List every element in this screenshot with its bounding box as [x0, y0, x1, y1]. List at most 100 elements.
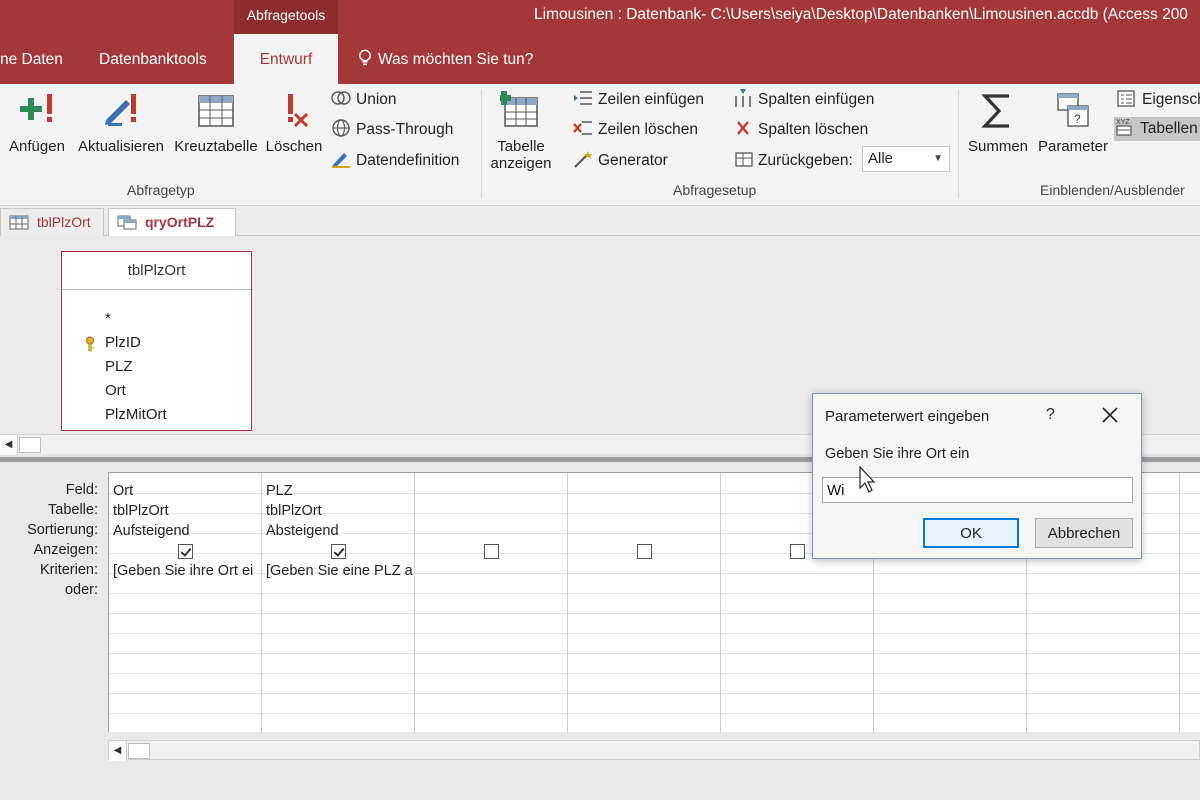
insert-rows-button[interactable]: Zeilen einfügen [572, 88, 704, 112]
field-list-title[interactable]: tblPlzOrt [62, 252, 251, 290]
scrollbar-thumb[interactable] [19, 437, 41, 453]
delete-columns-label: Spalten löschen [758, 121, 869, 138]
insert-columns-icon [735, 89, 751, 107]
text-cursor-icon [859, 466, 876, 493]
row-label-show: Anzeigen: [33, 542, 99, 558]
tab-database-tools[interactable]: Datenbanktools [99, 34, 207, 84]
return-values-icon [735, 152, 753, 167]
grid-cell-field[interactable]: Ort [113, 483, 261, 499]
append-icon [20, 94, 52, 122]
lightbulb-icon [359, 49, 371, 66]
group-label-show-hide: Einblenden/Ausblender [1040, 182, 1185, 198]
ribbon-tabs: ne Daten Datenbanktools Entwurf Was möch… [0, 34, 1200, 84]
return-values-combo[interactable]: Alle ▼ [862, 146, 950, 172]
return-label: Zurückgeben: [758, 152, 853, 169]
scroll-left-arrow-icon[interactable]: ◀ [109, 741, 127, 761]
delete-label: Löschen [265, 138, 323, 155]
document-tabs: tblPlzOrt qryOrtPLZ [0, 206, 1200, 236]
grid-cell-criteria[interactable]: [Geben Sie eine PLZ a [266, 563, 414, 579]
union-icon [331, 91, 351, 105]
row-label-criteria: Kriterien: [39, 562, 98, 578]
ok-button[interactable]: OK [923, 518, 1019, 548]
grid-column-4[interactable] [568, 473, 721, 733]
show-checkbox[interactable] [637, 544, 652, 559]
field-list-item[interactable]: Ort [105, 382, 126, 399]
doc-tab-table-label: tblPlzOrt [37, 214, 91, 230]
tell-me-box[interactable]: Was möchten Sie tun? [358, 34, 533, 84]
field-list-item[interactable]: PlzID [105, 334, 141, 351]
sigma-icon [981, 94, 1009, 128]
insert-columns-button[interactable]: Spalten einfügen [732, 88, 874, 112]
show-checkbox[interactable] [178, 544, 193, 559]
primary-key-icon [86, 336, 94, 352]
delete-rows-button[interactable]: Zeilen löschen [572, 118, 698, 142]
insert-columns-label: Spalten einfügen [758, 91, 875, 108]
crosstab-icon [198, 95, 234, 127]
append-query-button[interactable]: Anfügen [4, 88, 70, 184]
cancel-button[interactable]: Abbrechen [1035, 518, 1133, 548]
update-query-button[interactable]: Aktualisieren [74, 88, 168, 184]
grid-column-3[interactable] [415, 473, 568, 733]
totals-label: Summen [967, 138, 1029, 155]
update-icon [105, 94, 136, 126]
table-names-label: Tabellen [1140, 120, 1198, 137]
show-checkbox[interactable] [790, 544, 805, 559]
delete-query-button[interactable]: Löschen [262, 88, 326, 184]
svg-text:XYZ: XYZ [1116, 119, 1130, 126]
delete-columns-icon [737, 121, 749, 135]
group-label-query-type: Abfragetyp [127, 182, 195, 198]
scroll-left-arrow-icon[interactable]: ◀ [0, 435, 18, 455]
doc-tab-query-label: qryOrtPLZ [145, 214, 215, 230]
crosstab-query-button[interactable]: Kreuztabelle [171, 88, 261, 184]
builder-label: Generator [598, 152, 668, 169]
doc-tab-table[interactable]: tblPlzOrt [0, 208, 104, 236]
delete-rows-icon [573, 121, 592, 135]
table-names-toggle[interactable]: XYZ Tabellen [1114, 117, 1200, 141]
query-icon [117, 215, 137, 230]
context-tab-query-tools[interactable]: Abfragetools [234, 0, 338, 34]
delete-rows-label: Zeilen löschen [598, 121, 698, 138]
pass-through-button[interactable]: Pass-Through [330, 118, 453, 142]
dialog-title: Parameterwert eingeben [825, 408, 990, 425]
group-separator [481, 90, 482, 198]
field-list-tblplzort[interactable]: tblPlzOrt * PlzID PLZ Ort PlzMitOrt [61, 251, 252, 431]
union-label: Union [356, 91, 397, 108]
row-label-sort: Sortierung: [27, 522, 98, 538]
insert-rows-label: Zeilen einfügen [598, 91, 704, 108]
field-list-item[interactable]: PlzMitOrt [105, 406, 167, 423]
grid-cell-criteria[interactable]: [Geben Sie ihre Ort ei [113, 563, 261, 579]
append-label: Anfügen [9, 138, 65, 155]
tab-external-data[interactable]: ne Daten [0, 34, 63, 84]
grid-cell-sort[interactable]: Absteigend [266, 523, 414, 539]
grid-horizontal-scrollbar[interactable]: ◀ [108, 740, 1200, 761]
show-table-label-line2: anzeigen [490, 155, 552, 172]
close-icon[interactable] [1099, 404, 1121, 426]
parameters-button[interactable]: ? Parameter [1036, 88, 1110, 184]
field-list-item[interactable]: * [105, 310, 111, 327]
grid-cell-field[interactable]: PLZ [266, 483, 414, 499]
group-label-query-setup: Abfragesetup [673, 182, 757, 198]
doc-tab-query[interactable]: qryOrtPLZ [108, 208, 236, 236]
data-definition-button[interactable]: Datendefinition [330, 149, 459, 173]
tab-design[interactable]: Entwurf [234, 34, 338, 84]
show-checkbox[interactable] [484, 544, 499, 559]
grid-cell-table[interactable]: tblPlzOrt [113, 503, 261, 519]
parameters-icon: ? [1057, 93, 1089, 127]
delete-columns-button[interactable]: Spalten löschen [732, 118, 868, 142]
union-query-button[interactable]: Union [330, 88, 397, 112]
grid-cell-table[interactable]: tblPlzOrt [266, 503, 414, 519]
table-icon [9, 215, 29, 230]
property-sheet-button[interactable]: Eigensch [1116, 88, 1200, 112]
grid-cell-sort[interactable]: Aufsteigend [113, 523, 261, 539]
show-table-button[interactable]: Tabelle anzeigen [488, 88, 554, 184]
insert-rows-icon [574, 91, 592, 105]
builder-button[interactable]: Generator [572, 149, 668, 173]
field-list-item[interactable]: PLZ [105, 358, 133, 375]
scrollbar-thumb[interactable] [128, 743, 150, 759]
update-label: Aktualisieren [78, 138, 164, 155]
show-checkbox[interactable] [331, 544, 346, 559]
property-sheet-icon [1117, 90, 1135, 107]
tell-me-text: Was möchten Sie tun? [378, 51, 534, 68]
help-button[interactable]: ? [1046, 406, 1055, 424]
totals-button[interactable]: Summen [964, 88, 1032, 184]
